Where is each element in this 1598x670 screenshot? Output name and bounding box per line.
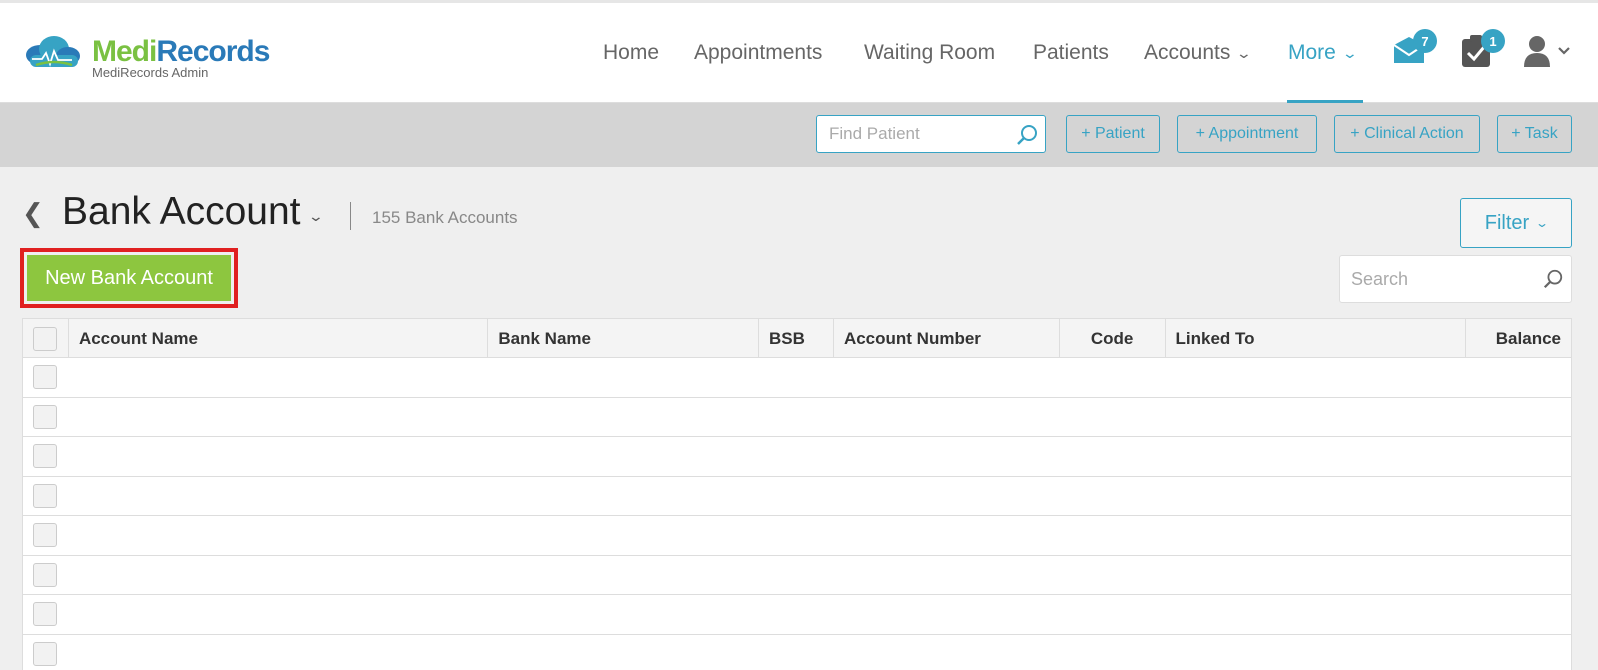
table-row[interactable]: [23, 437, 1571, 477]
messages-icon[interactable]: 7: [1391, 29, 1437, 69]
nav-patients[interactable]: Patients: [1033, 41, 1109, 65]
table-row[interactable]: [23, 635, 1571, 670]
table-row[interactable]: [23, 477, 1571, 516]
brand-name-part2: Records: [156, 35, 270, 68]
nav-home-label: Home: [603, 41, 660, 64]
quick-actions-toolbar: + Patient + Appointment + Clinical Actio…: [0, 103, 1598, 167]
row-checkbox[interactable]: [33, 483, 57, 508]
row-checkbox[interactable]: [33, 641, 57, 666]
nav-more-label: More: [1288, 41, 1336, 64]
chevron-down-icon: ⌄: [1535, 216, 1550, 230]
table-header: Account Name Bank Name BSB Account Numbe…: [23, 319, 1571, 358]
record-count: 155 Bank Accounts: [372, 208, 518, 227]
nav-accounts[interactable]: Accounts ⌄: [1144, 41, 1253, 65]
divider: [350, 202, 351, 230]
find-patient-input[interactable]: [817, 116, 1002, 152]
column-header-bank-name[interactable]: Bank Name: [488, 319, 760, 358]
table-row[interactable]: [23, 595, 1571, 635]
select-all-cell: [23, 319, 69, 358]
medirecords-logo[interactable]: MediRecords MediRecords Admin: [22, 31, 282, 83]
filter-button[interactable]: Filter ⌄: [1460, 198, 1572, 248]
search-icon[interactable]: [1542, 268, 1564, 290]
column-header-linked-to[interactable]: Linked To: [1166, 319, 1467, 358]
row-checkbox[interactable]: [33, 444, 57, 469]
column-header-code[interactable]: Code: [1060, 319, 1166, 358]
row-checkbox[interactable]: [33, 602, 57, 627]
add-task-button[interactable]: + Task: [1497, 115, 1572, 153]
new-bank-account-button[interactable]: New Bank Account: [27, 255, 231, 301]
column-header-account-name[interactable]: Account Name: [69, 319, 489, 358]
table-row[interactable]: [23, 556, 1571, 595]
nav-patients-label: Patients: [1033, 41, 1109, 64]
add-clinical-action-button[interactable]: + Clinical Action: [1334, 115, 1480, 153]
messages-badge: 7: [1413, 29, 1437, 53]
highlight-box: New Bank Account: [20, 248, 238, 308]
row-checkbox[interactable]: [33, 404, 57, 429]
page-title: Bank Account: [62, 190, 301, 233]
bank-accounts-table: Account Name Bank Name BSB Account Numbe…: [22, 318, 1572, 670]
chevron-down-icon[interactable]: ⌄: [308, 208, 324, 225]
row-checkbox[interactable]: [33, 365, 57, 390]
filter-label: Filter: [1484, 211, 1530, 234]
table-search-input[interactable]: [1340, 256, 1530, 302]
nav-appointments-label: Appointments: [694, 41, 823, 64]
column-header-bsb[interactable]: BSB: [759, 319, 834, 358]
find-patient-field[interactable]: [816, 115, 1046, 153]
cloud-logo-icon: [26, 36, 80, 67]
nav-waiting-room[interactable]: Waiting Room: [864, 41, 995, 65]
table-search-field[interactable]: [1339, 255, 1572, 303]
add-patient-button[interactable]: + Patient: [1066, 115, 1160, 153]
brand-subtitle: MediRecords Admin: [92, 65, 209, 80]
table-body: [23, 358, 1571, 670]
tasks-badge: 1: [1481, 29, 1505, 53]
chevron-down-icon: ⌄: [1341, 44, 1358, 61]
row-checkbox[interactable]: [33, 562, 57, 587]
user-menu[interactable]: [1522, 33, 1572, 69]
table-row[interactable]: [23, 358, 1571, 398]
brand-name: MediRecords: [92, 35, 270, 69]
table-row[interactable]: [23, 398, 1571, 437]
nav-waiting-room-label: Waiting Room: [864, 41, 996, 64]
column-header-balance[interactable]: Balance: [1466, 319, 1571, 358]
back-chevron-icon[interactable]: ❮: [22, 198, 44, 229]
nav-accounts-label: Accounts: [1144, 41, 1231, 64]
add-appointment-button[interactable]: + Appointment: [1177, 115, 1317, 153]
select-all-checkbox[interactable]: [33, 326, 58, 351]
chevron-down-icon: ⌄: [1236, 44, 1253, 61]
top-navbar: MediRecords MediRecords Admin Home Appoi…: [0, 0, 1598, 104]
nav-home[interactable]: Home: [603, 41, 659, 65]
nav-more[interactable]: More ⌄: [1288, 41, 1358, 65]
table-row[interactable]: [23, 516, 1571, 556]
brand-name-part1: Medi: [92, 35, 157, 68]
user-avatar-icon: [1524, 36, 1570, 67]
column-header-account-number[interactable]: Account Number: [834, 319, 1060, 358]
row-checkbox[interactable]: [33, 523, 57, 548]
search-icon[interactable]: [1015, 123, 1039, 147]
tasks-icon[interactable]: 1: [1459, 29, 1505, 69]
nav-appointments[interactable]: Appointments: [694, 41, 822, 65]
